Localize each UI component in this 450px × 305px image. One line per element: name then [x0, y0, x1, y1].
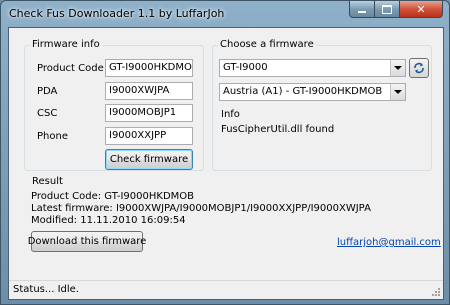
- firmware-info-group: Firmware info Product Code GT-I9000HKDMO…: [24, 39, 204, 171]
- resize-grip-icon[interactable]: [431, 287, 441, 297]
- chevron-down-icon[interactable]: [390, 84, 405, 100]
- window-controls: ✕: [349, 1, 443, 19]
- pda-field[interactable]: I9000XWJPA: [105, 82, 193, 100]
- check-firmware-button[interactable]: Check firmware: [105, 149, 193, 170]
- close-icon: ✕: [416, 2, 426, 16]
- refresh-button[interactable]: [409, 58, 429, 78]
- maximize-button[interactable]: [375, 1, 400, 18]
- download-firmware-button[interactable]: Download this firmware: [28, 231, 146, 252]
- pda-label: PDA: [37, 86, 58, 97]
- info-text: FusCipherUtil.dll found: [221, 124, 335, 135]
- csc-field[interactable]: I9000MOBJP1: [105, 104, 193, 122]
- firmware-info-title: Firmware info: [30, 39, 102, 50]
- choose-firmware-group: Choose a firmware GT-I9000 Austria (A1) …: [212, 39, 432, 171]
- maximize-icon: [382, 4, 392, 14]
- product-code-field[interactable]: GT-I9000HKDMOB: [105, 59, 193, 77]
- result-latest-firmware: Latest firmware: I9000XWJPA/I9000MOBJP1/…: [31, 203, 371, 214]
- chevron-down-icon[interactable]: [390, 60, 405, 76]
- result-group: Result Product Code: GT-I9000HKDMOB Late…: [24, 176, 441, 275]
- client-area: Firmware info Product Code GT-I9000HKDMO…: [8, 27, 444, 300]
- status-bar: Status... Idle.: [9, 280, 443, 299]
- region-select[interactable]: Austria (A1) - GT-I9000HKDMOB: [219, 83, 406, 101]
- minimize-icon: [358, 11, 366, 13]
- result-modified: Modified: 11.11.2010 16:09:54: [31, 215, 186, 226]
- close-button[interactable]: ✕: [400, 1, 443, 18]
- info-label: Info: [221, 109, 240, 120]
- status-text: Status... Idle.: [13, 284, 79, 295]
- model-select-value: GT-I9000: [223, 62, 268, 73]
- model-select[interactable]: GT-I9000: [219, 59, 406, 77]
- region-select-value: Austria (A1) - GT-I9000HKDMOB: [223, 86, 383, 97]
- choose-firmware-title: Choose a firmware: [218, 39, 316, 50]
- refresh-icon: [414, 62, 424, 74]
- product-code-label: Product Code: [37, 63, 104, 74]
- result-product-code: Product Code: GT-I9000HKDMOB: [31, 191, 195, 202]
- result-title: Result: [30, 176, 65, 187]
- title-bar[interactable]: Check Fus Downloader 1.1 by LuffarJoh ✕: [1, 1, 449, 27]
- window-title: Check Fus Downloader 1.1 by LuffarJoh: [9, 7, 225, 20]
- app-window: Check Fus Downloader 1.1 by LuffarJoh ✕ …: [0, 0, 450, 305]
- phone-label: Phone: [37, 131, 68, 142]
- csc-label: CSC: [37, 108, 58, 119]
- contact-email-link[interactable]: luffarjoh@gmail.com: [337, 237, 441, 248]
- minimize-button[interactable]: [349, 1, 375, 18]
- phone-field[interactable]: I9000XXJPP: [105, 127, 193, 145]
